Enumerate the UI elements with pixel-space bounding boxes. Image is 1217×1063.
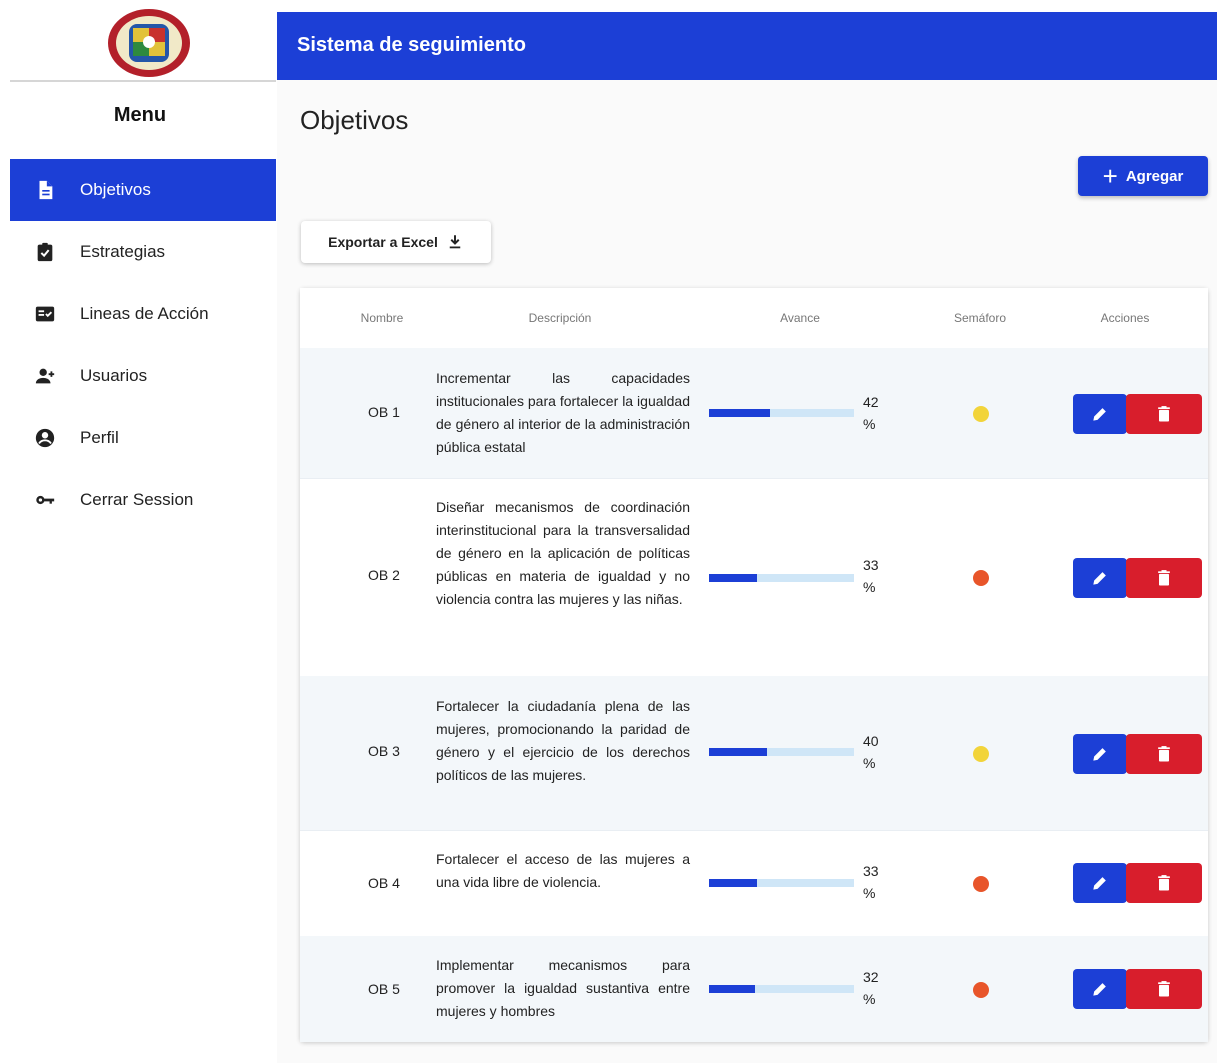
progress-bar	[709, 985, 854, 993]
sidebar-item-label: Lineas de Acción	[80, 304, 209, 323]
clipboard-check-icon	[10, 241, 80, 263]
key-icon	[10, 489, 80, 511]
edit-button[interactable]	[1073, 969, 1127, 1009]
progress-bar	[709, 879, 854, 887]
menu-title: Menu	[113, 104, 167, 126]
semaforo-indicator	[973, 982, 989, 998]
progress-value: 42%	[863, 394, 879, 432]
table-header: Nombre Descripción Avance Semáforo Accio…	[300, 288, 1208, 349]
sidebar-item-usuarios[interactable]: Usuarios	[10, 345, 276, 407]
sidebar-item-perfil[interactable]: Perfil	[10, 407, 276, 469]
table-row: OB 1 Incrementar las capacidades institu…	[300, 348, 1208, 479]
progress-value: 32%	[863, 969, 879, 1007]
column-header-semaforo: Semáforo	[953, 311, 1007, 325]
download-icon	[449, 235, 461, 249]
objective-description: Implementar mecanismos para promover la …	[436, 957, 690, 1019]
trash-icon	[1158, 570, 1170, 586]
progress-bar-fill	[709, 409, 770, 417]
sidebar-item-objetivos[interactable]: Objetivos	[10, 159, 276, 221]
progress-bar-fill	[709, 574, 757, 582]
objective-name: OB 2	[368, 567, 400, 583]
table-row: OB 3 Fortalecer la ciudadanía plena de l…	[300, 676, 1208, 831]
export-button-label: Exportar a Excel	[328, 234, 438, 250]
sidebar: Menu Objetivos Estrategias Lineas de Acc…	[0, 0, 276, 1063]
sidebar-item-label: Cerrar Session	[80, 490, 194, 509]
edit-button[interactable]	[1073, 394, 1127, 434]
objective-description: Incrementar las capacidades instituciona…	[436, 370, 690, 455]
progress-bar	[709, 409, 854, 417]
table-row: OB 5 Implementar mecanismos para promove…	[300, 936, 1208, 1042]
semaforo-indicator	[973, 876, 989, 892]
plus-icon: +	[1102, 161, 1118, 191]
add-button-label: Agregar	[1125, 167, 1184, 185]
progress-bar-fill	[709, 748, 767, 756]
pencil-icon	[1093, 877, 1106, 890]
sidebar-item-label: Usuarios	[80, 366, 148, 385]
progress-value: 33%	[863, 863, 879, 901]
trash-icon	[1158, 875, 1170, 891]
sidebar-item-lineas-de-accion[interactable]: Lineas de Acción	[10, 283, 276, 345]
delete-button[interactable]	[1126, 394, 1202, 434]
account-circle-icon	[10, 427, 80, 449]
trash-icon	[1158, 746, 1170, 762]
objective-description: Diseñar mecanismos de coordinación inter…	[436, 499, 690, 607]
objectives-table: Nombre Descripción Avance Semáforo Accio…	[300, 288, 1208, 1042]
column-header-acciones: Acciones	[1100, 311, 1150, 325]
trash-icon	[1158, 406, 1170, 422]
export-excel-button[interactable]: Exportar a Excel	[301, 221, 491, 263]
page-title: Objetivos	[300, 105, 409, 135]
semaforo-indicator	[973, 570, 989, 586]
edit-button[interactable]	[1073, 863, 1127, 903]
trash-icon	[1158, 981, 1170, 997]
delete-button[interactable]	[1126, 863, 1202, 903]
progress-value: 33%	[863, 557, 879, 595]
list-check-icon	[10, 303, 80, 325]
delete-button[interactable]	[1126, 969, 1202, 1009]
objective-name: OB 4	[368, 875, 400, 891]
app-header: Sistema de seguimiento	[277, 12, 1217, 80]
pencil-icon	[1093, 748, 1106, 761]
edit-button[interactable]	[1073, 734, 1127, 774]
delete-button[interactable]	[1126, 558, 1202, 598]
column-header-nombre: Nombre	[360, 311, 404, 325]
pencil-icon	[1093, 572, 1106, 585]
table-row: OB 2 Diseñar mecanismos de coordinación …	[300, 478, 1208, 677]
progress-bar-fill	[709, 985, 756, 993]
column-header-avance: Avance	[780, 311, 820, 325]
semaforo-indicator	[973, 746, 989, 762]
sidebar-item-cerrar-session[interactable]: Cerrar Session	[10, 469, 276, 531]
objective-name: OB 1	[368, 404, 400, 420]
objective-name: OB 5	[368, 981, 400, 997]
pencil-icon	[1093, 408, 1106, 421]
column-header-descripcion: Descripción	[528, 311, 592, 325]
app-title: Sistema de seguimiento	[297, 34, 526, 56]
pencil-icon	[1093, 983, 1106, 996]
sidebar-item-label: Perfil	[80, 428, 119, 447]
progress-bar-fill	[709, 879, 757, 887]
semaforo-indicator	[973, 406, 989, 422]
sidebar-item-estrategias[interactable]: Estrategias	[10, 221, 276, 283]
edit-button[interactable]	[1073, 558, 1127, 598]
objective-description: Fortalecer el acceso de las mujeres a un…	[436, 851, 690, 890]
delete-button[interactable]	[1126, 734, 1202, 774]
sidebar-item-label: Objetivos	[80, 180, 151, 199]
objective-name: OB 3	[368, 743, 400, 759]
user-add-icon	[10, 365, 80, 387]
progress-bar	[709, 748, 854, 756]
progress-bar	[709, 574, 854, 582]
sidebar-item-label: Estrategias	[80, 242, 166, 261]
table-row: OB 4 Fortalecer el acceso de las mujeres…	[300, 830, 1208, 937]
logo-area	[10, 0, 276, 82]
objective-description: Fortalecer la ciudadanía plena de las mu…	[436, 698, 690, 783]
add-button[interactable]: + Agregar	[1078, 156, 1208, 196]
institution-seal-logo	[108, 9, 190, 77]
document-icon	[10, 179, 80, 201]
progress-value: 40%	[863, 733, 879, 771]
